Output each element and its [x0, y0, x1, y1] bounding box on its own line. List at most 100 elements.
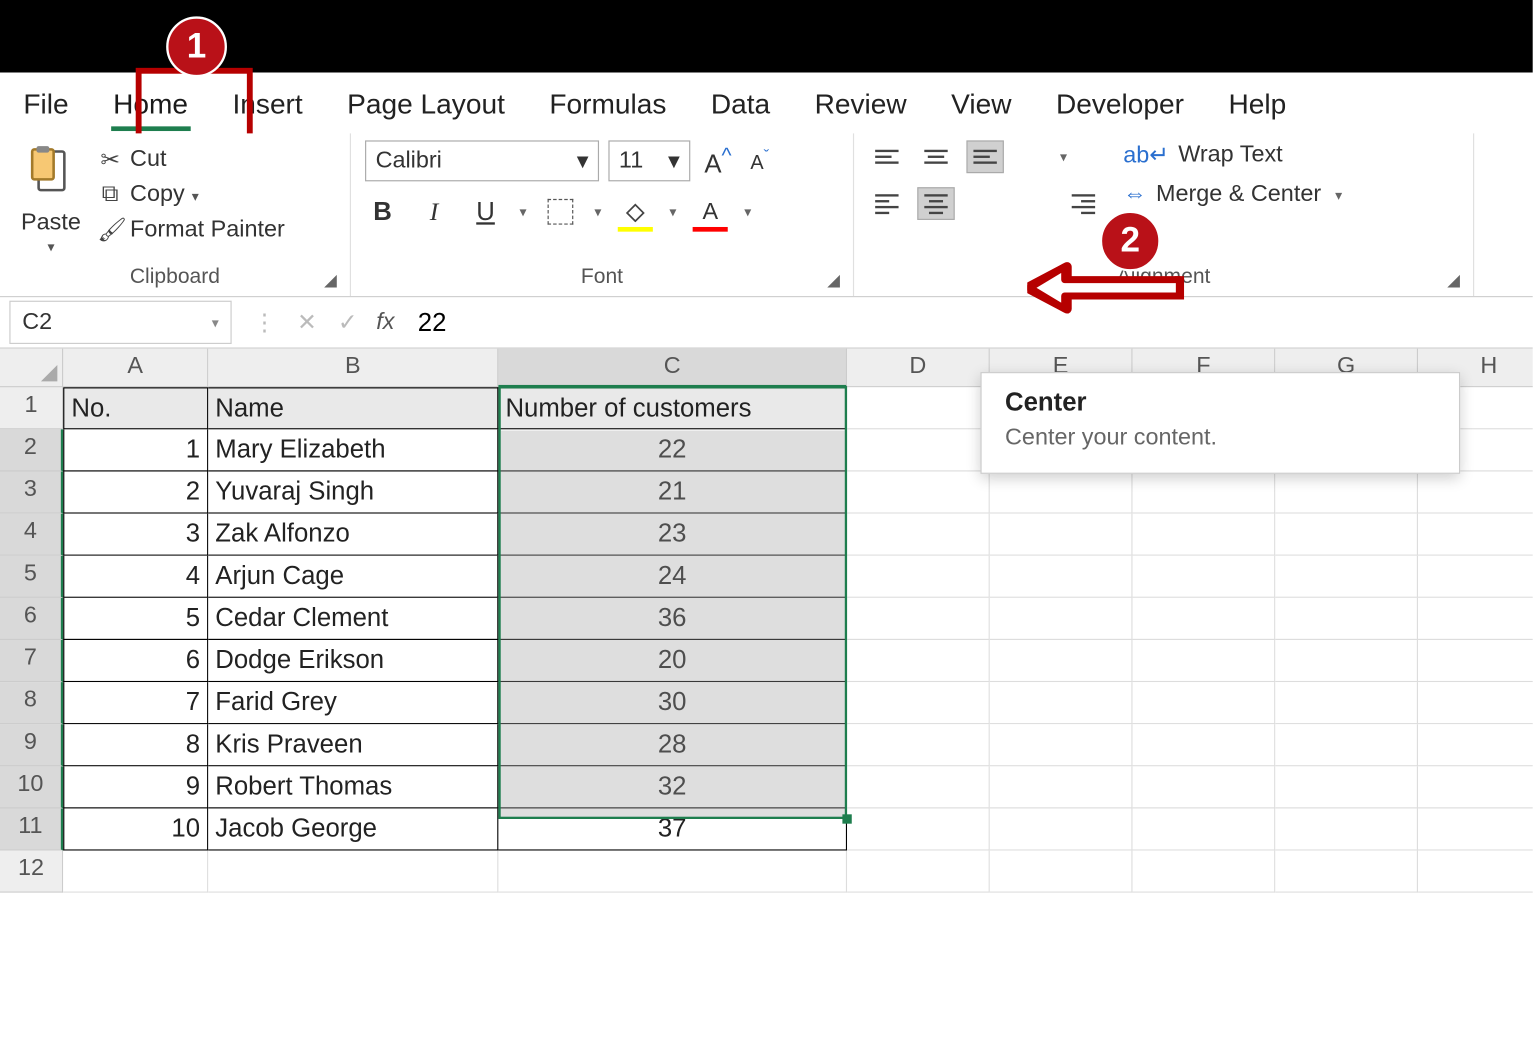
tab-review[interactable]: Review	[812, 84, 909, 126]
cell[interactable]	[1418, 556, 1533, 598]
borders-button[interactable]	[543, 196, 578, 229]
cell[interactable]	[1418, 472, 1533, 514]
column-header[interactable]: D	[847, 349, 990, 388]
row-header[interactable]: 12	[0, 851, 63, 893]
cell[interactable]	[990, 682, 1133, 724]
cell[interactable]	[990, 766, 1133, 808]
cell[interactable]: 9	[63, 766, 208, 808]
cell[interactable]	[1275, 766, 1418, 808]
chevron-down-icon[interactable]: ▾	[519, 204, 526, 220]
cell[interactable]	[1275, 851, 1418, 893]
column-header[interactable]: A	[63, 349, 208, 388]
cell[interactable]	[847, 472, 990, 514]
tab-file[interactable]: File	[21, 84, 71, 126]
cell[interactable]	[1418, 682, 1533, 724]
italic-button[interactable]: I	[417, 196, 452, 229]
cell[interactable]: Number of customers	[498, 387, 847, 429]
cell[interactable]	[1275, 682, 1418, 724]
increase-font-button[interactable]: A^	[700, 140, 737, 181]
cell[interactable]: 4	[63, 556, 208, 598]
cell[interactable]: Robert Thomas	[208, 766, 498, 808]
merge-center-button[interactable]: ⇔ Merge & Center ▾	[1123, 181, 1342, 208]
cell[interactable]	[1133, 808, 1276, 850]
cell[interactable]: 30	[498, 682, 847, 724]
cell[interactable]	[847, 724, 990, 766]
cell[interactable]: Kris Praveen	[208, 724, 498, 766]
cell[interactable]: 6	[63, 640, 208, 682]
cell[interactable]	[1418, 766, 1533, 808]
row-header[interactable]: 2	[0, 429, 63, 471]
cell[interactable]	[1275, 724, 1418, 766]
tab-home[interactable]: Home	[111, 84, 191, 126]
formula-input[interactable]	[408, 302, 1532, 342]
cell[interactable]	[1275, 598, 1418, 640]
row-header[interactable]: 11	[0, 808, 63, 850]
row-header[interactable]: 9	[0, 724, 63, 766]
cell[interactable]	[990, 724, 1133, 766]
cell[interactable]: 28	[498, 724, 847, 766]
cell[interactable]	[1275, 472, 1418, 514]
cell[interactable]	[847, 598, 990, 640]
row-header[interactable]: 10	[0, 766, 63, 808]
cell[interactable]	[990, 808, 1133, 850]
font-size-dropdown[interactable]: 11 ▾	[608, 141, 690, 182]
cell[interactable]	[1133, 514, 1276, 556]
row-header[interactable]: 6	[0, 598, 63, 640]
cell[interactable]	[1275, 556, 1418, 598]
select-all-corner[interactable]	[0, 349, 63, 388]
cell[interactable]	[990, 640, 1133, 682]
tab-insert[interactable]: Insert	[230, 84, 305, 126]
tab-data[interactable]: Data	[708, 84, 772, 126]
format-painter-button[interactable]: 🖌 Format Painter	[97, 215, 285, 244]
decrease-font-button[interactable]: Aˇ	[746, 145, 774, 177]
cell[interactable]	[1133, 556, 1276, 598]
cell[interactable]: 20	[498, 640, 847, 682]
cell[interactable]: 22	[498, 429, 847, 471]
tab-page-layout[interactable]: Page Layout	[345, 84, 507, 126]
font-color-button[interactable]: A	[693, 196, 728, 229]
fill-color-button[interactable]	[618, 196, 653, 229]
cell[interactable]	[1418, 598, 1533, 640]
cell[interactable]: 8	[63, 724, 208, 766]
row-header[interactable]: 3	[0, 472, 63, 514]
chevron-down-icon[interactable]: ▾	[594, 204, 601, 220]
cell[interactable]	[847, 514, 990, 556]
cell[interactable]: Cedar Clement	[208, 598, 498, 640]
font-name-dropdown[interactable]: Calibri ▾	[365, 141, 599, 182]
cell[interactable]	[1133, 766, 1276, 808]
cell[interactable]	[1133, 682, 1276, 724]
cell[interactable]: Arjun Cage	[208, 556, 498, 598]
cell[interactable]	[1418, 724, 1533, 766]
name-box[interactable]: C2 ▾	[9, 301, 231, 344]
cell[interactable]	[1133, 640, 1276, 682]
cell[interactable]	[990, 556, 1133, 598]
cell[interactable]	[847, 429, 990, 471]
cell[interactable]	[847, 851, 990, 893]
cell[interactable]: 2	[63, 472, 208, 514]
cell[interactable]: Name	[208, 387, 498, 429]
fx-label[interactable]: fx	[376, 309, 394, 336]
cell[interactable]	[63, 851, 208, 893]
cell[interactable]	[847, 640, 990, 682]
dialog-launcher-icon[interactable]: ◢	[324, 270, 345, 291]
cell[interactable]	[1418, 640, 1533, 682]
cell[interactable]	[1418, 514, 1533, 556]
cell[interactable]	[1133, 851, 1276, 893]
options-icon[interactable]: ⋮	[253, 308, 276, 337]
tab-formulas[interactable]: Formulas	[547, 84, 669, 126]
cancel-icon[interactable]: ✕	[297, 308, 317, 337]
column-header[interactable]: B	[208, 349, 498, 388]
cell[interactable]	[1133, 472, 1276, 514]
cell[interactable]: 21	[498, 472, 847, 514]
tab-developer[interactable]: Developer	[1054, 84, 1187, 126]
align-bottom-button[interactable]	[966, 140, 1003, 173]
cell[interactable]: 5	[63, 598, 208, 640]
align-top-button[interactable]	[868, 140, 905, 173]
cell[interactable]	[990, 851, 1133, 893]
column-header[interactable]: C	[498, 349, 847, 388]
cell[interactable]	[498, 851, 847, 893]
cell[interactable]: 10	[63, 808, 208, 850]
cell[interactable]	[847, 808, 990, 850]
chevron-down-icon[interactable]: ▾	[669, 204, 676, 220]
cell[interactable]	[847, 387, 990, 429]
